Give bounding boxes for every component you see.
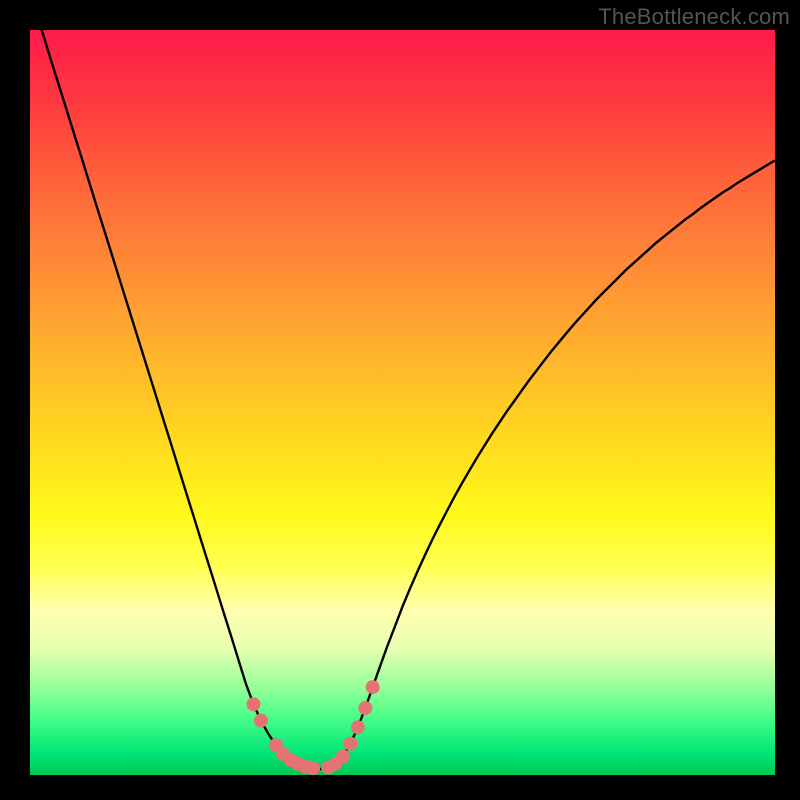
curve-marker [366, 680, 380, 694]
curve-marker [351, 720, 365, 734]
bottleneck-curve [30, 0, 775, 769]
branding-label: TheBottleneck.com [598, 4, 790, 30]
curve-marker [306, 761, 320, 775]
curve-layer [30, 30, 775, 775]
chart-frame: TheBottleneck.com [0, 0, 800, 800]
marker-group [247, 680, 380, 775]
curve-marker [247, 697, 261, 711]
curve-marker [336, 749, 350, 763]
curve-marker [254, 714, 268, 728]
curve-marker [358, 701, 372, 715]
curve-marker [343, 737, 357, 751]
